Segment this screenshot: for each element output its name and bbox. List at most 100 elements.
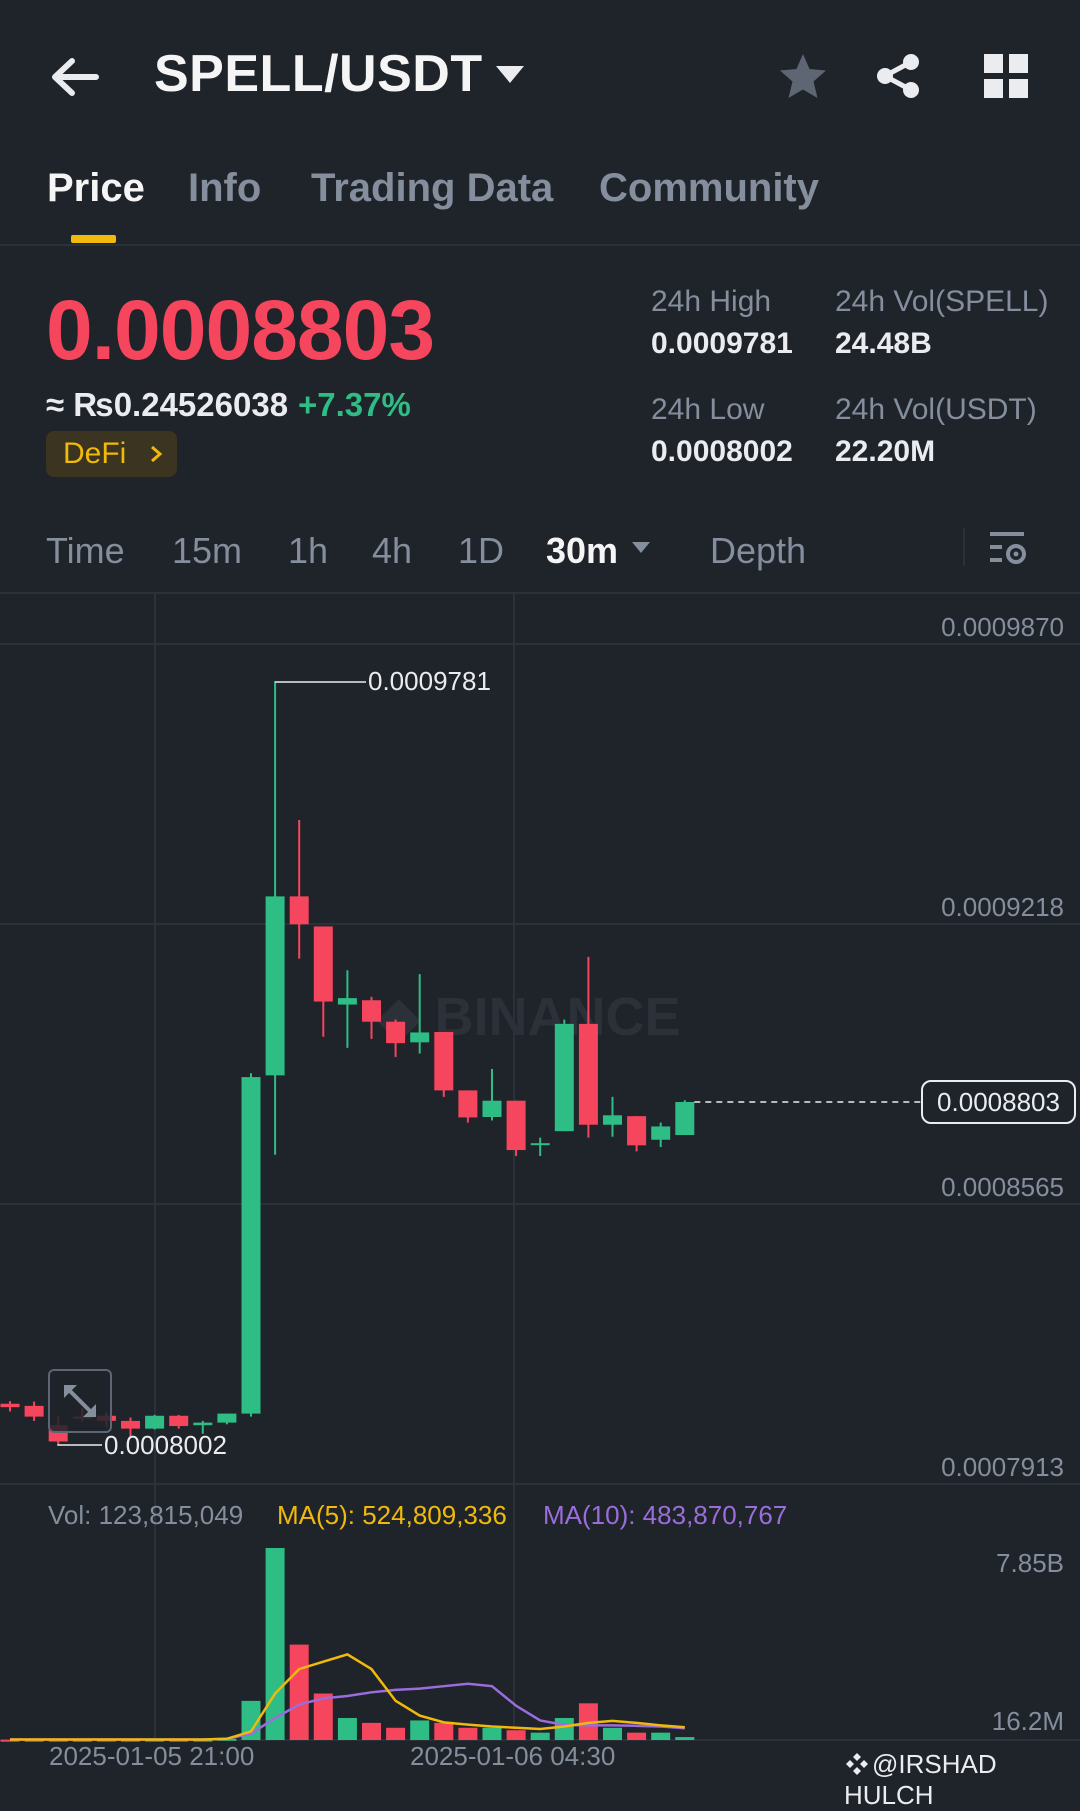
candle xyxy=(169,1415,188,1429)
grid-menu-button[interactable] xyxy=(984,54,1028,103)
tf-1d[interactable]: 1D xyxy=(458,530,504,572)
candle xyxy=(579,957,598,1138)
candle-body xyxy=(483,1101,502,1117)
share-button[interactable] xyxy=(874,52,922,105)
candle-body xyxy=(507,1101,526,1150)
candle-body xyxy=(266,896,285,1075)
volume-bar xyxy=(290,1645,309,1740)
candle-body xyxy=(314,926,333,1001)
caret-down-icon xyxy=(494,64,526,86)
tf-4h[interactable]: 4h xyxy=(372,530,412,572)
candle xyxy=(242,1073,261,1416)
low-label: 24h Low xyxy=(651,393,764,427)
volume-bar xyxy=(386,1728,405,1740)
vol-base-label: 24h Vol(SPELL) xyxy=(835,285,1048,319)
candle xyxy=(338,970,357,1048)
low-marker-line xyxy=(58,1445,102,1446)
y-tick-label: 0.0009870 xyxy=(941,612,1064,643)
y-tick-label: 0.0007913 xyxy=(941,1452,1064,1483)
candle-body xyxy=(242,1077,261,1414)
candle-body xyxy=(410,1032,429,1042)
high-marker-label: 0.0009781 xyxy=(368,666,491,697)
vol-base-value: 24.48B xyxy=(835,327,932,361)
high-value: 0.0009781 xyxy=(651,327,793,361)
pair-title[interactable]: SPELL/USDT xyxy=(154,44,483,104)
active-tab-indicator xyxy=(71,235,116,243)
x-axis-date-label: 2025-01-05 21:00 xyxy=(49,1741,254,1772)
binance-logo-icon xyxy=(844,1751,870,1777)
defi-tag-button[interactable]: DeFi xyxy=(46,431,177,477)
volume-bar xyxy=(675,1737,694,1740)
candle-body xyxy=(675,1102,694,1135)
candle xyxy=(314,926,333,1036)
vol-indicator-label: Vol: 123,815,049 xyxy=(48,1500,243,1531)
price-chart[interactable]: ◆ BINANCE xyxy=(0,594,1080,1788)
candle xyxy=(483,1069,502,1121)
last-price: 0.0008803 xyxy=(46,282,434,379)
volume-bar xyxy=(651,1733,670,1740)
volume-bar xyxy=(627,1733,646,1740)
fullscreen-button[interactable] xyxy=(48,1369,112,1433)
tf-depth[interactable]: Depth xyxy=(710,530,806,572)
volume-bar xyxy=(266,1548,285,1740)
candle-body xyxy=(25,1406,44,1417)
candle-body xyxy=(386,1022,405,1043)
volume-bar xyxy=(555,1718,574,1740)
candle xyxy=(25,1402,44,1421)
tf-30m[interactable]: 30m xyxy=(546,530,618,572)
favorite-button[interactable] xyxy=(778,52,828,105)
x-axis-date-label: 2025-01-06 04:30 xyxy=(410,1741,615,1772)
chart-settings-button[interactable] xyxy=(988,528,1028,573)
low-marker-label: 0.0008002 xyxy=(104,1430,227,1461)
candle xyxy=(627,1116,646,1151)
fiat-value: ≈ ₨0.24526038 xyxy=(46,386,288,424)
candle-body xyxy=(603,1115,622,1124)
tf-time[interactable]: Time xyxy=(46,530,125,572)
tab-price[interactable]: Price xyxy=(47,166,145,211)
price-change-percent: +7.37% xyxy=(298,386,411,424)
chart-settings-icon xyxy=(988,528,1028,568)
toolbar-divider xyxy=(963,528,965,566)
candle xyxy=(531,1138,550,1156)
candle-body xyxy=(169,1416,188,1426)
volume-bar xyxy=(410,1720,429,1740)
chevron-right-icon xyxy=(149,444,163,464)
volume-bar xyxy=(458,1728,477,1740)
vol-quote-label: 24h Vol(USDT) xyxy=(835,393,1037,427)
expand-icon xyxy=(50,1371,110,1431)
tf-1h[interactable]: 1h xyxy=(288,530,328,572)
volume-bar xyxy=(507,1730,526,1740)
candle-body xyxy=(627,1116,646,1145)
low-value: 0.0008002 xyxy=(651,435,793,469)
candle xyxy=(145,1415,164,1430)
ma5-indicator-label: MA(5): 524,809,336 xyxy=(277,1500,507,1531)
tabs-divider xyxy=(0,244,1080,246)
share-icon xyxy=(874,52,922,100)
candle xyxy=(217,1414,236,1425)
candle xyxy=(675,1100,694,1135)
user-watermark: @IRSHAD HULCH xyxy=(844,1749,1080,1811)
tab-info[interactable]: Info xyxy=(188,166,261,211)
tab-community[interactable]: Community xyxy=(599,166,819,211)
tab-trading-data[interactable]: Trading Data xyxy=(311,166,553,211)
grid-icon xyxy=(984,54,1028,98)
candle xyxy=(386,1020,405,1057)
pair-dropdown-button[interactable] xyxy=(494,64,526,91)
candle-body xyxy=(193,1423,212,1426)
volume-bar xyxy=(338,1718,357,1740)
high-label: 24h High xyxy=(651,285,771,319)
candle-body xyxy=(338,998,357,1004)
defi-tag-label: DeFi xyxy=(63,437,126,470)
arrow-left-icon xyxy=(46,52,102,102)
y-tick-label: 0.0009218 xyxy=(941,892,1064,923)
candle-body xyxy=(458,1090,477,1117)
tf-dropdown-caret[interactable] xyxy=(631,541,651,560)
current-price-tag: 0.0008803 xyxy=(921,1080,1076,1124)
volume-axis-bottom: 16.2M xyxy=(992,1706,1064,1737)
back-button[interactable] xyxy=(46,52,102,102)
tf-15m[interactable]: 15m xyxy=(172,530,242,572)
candle-body xyxy=(145,1416,164,1429)
candle-body xyxy=(290,896,309,924)
candle-body xyxy=(434,1032,453,1090)
volume-bar xyxy=(603,1728,622,1740)
